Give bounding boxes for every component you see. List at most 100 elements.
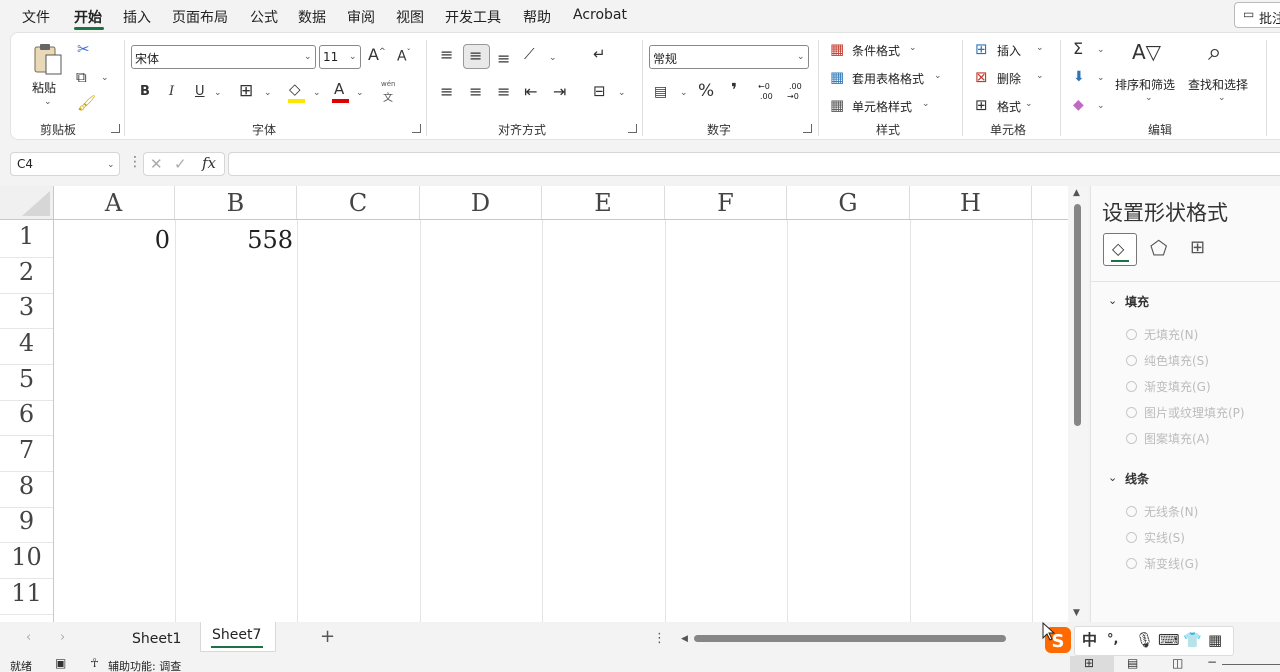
wrap-text-icon[interactable]: ↵ [593, 47, 606, 62]
enter-icon[interactable]: ✓ [174, 157, 187, 172]
fill-option-solid[interactable]: 纯色填充(S) [1126, 352, 1209, 369]
underline-button[interactable]: U [195, 85, 205, 98]
column-header-d[interactable]: D [420, 186, 542, 219]
cell-b1[interactable]: 558 [178, 226, 293, 254]
format-as-table-button[interactable]: ▦ 套用表格格式 ⌄ [830, 68, 950, 88]
menu-review[interactable]: 审阅 [347, 7, 375, 27]
row-header-10[interactable]: 10 [0, 543, 53, 579]
orientation-icon[interactable]: ⟋ [524, 47, 535, 62]
fill-line-tab[interactable]: ◇ [1103, 233, 1137, 266]
insert-function-icon[interactable]: fx [202, 156, 216, 171]
decrease-indent-icon[interactable]: ⇤ [524, 84, 537, 100]
fill-color-dropdown-icon[interactable]: ⌄ [313, 88, 321, 98]
scroll-left-icon[interactable]: ◀ [681, 634, 688, 644]
italic-button[interactable]: I [169, 85, 174, 98]
scroll-down-icon[interactable]: ▼ [1073, 608, 1080, 618]
fill-icon[interactable]: ⬇ [1073, 70, 1085, 84]
clear-icon[interactable]: ◆ [1073, 98, 1084, 112]
comments-button[interactable]: ▭ 批注 [1234, 2, 1280, 28]
menu-file[interactable]: 文件 [22, 7, 50, 27]
clear-dropdown-icon[interactable]: ⌄ [1097, 101, 1105, 111]
menu-developer[interactable]: 开发工具 [445, 7, 501, 27]
cell-a1[interactable]: 0 [56, 226, 170, 254]
row-header-11[interactable]: 11 [0, 579, 53, 615]
alignment-launcher-icon[interactable] [628, 124, 637, 133]
autosum-icon[interactable]: Σ [1073, 41, 1083, 57]
page-break-view-icon[interactable]: ◫ [1172, 657, 1183, 669]
insert-cells-button[interactable]: ⊞ 插入 ⌄ [975, 40, 1050, 60]
align-top-icon[interactable]: ≡ [440, 47, 453, 63]
menu-home[interactable]: 开始 [74, 7, 102, 27]
menu-formulas[interactable]: 公式 [250, 7, 278, 27]
format-cells-button[interactable]: ⊞ 格式 ⌄ [975, 96, 1050, 116]
fill-option-gradient[interactable]: 渐变填充(G) [1126, 378, 1211, 395]
borders-dropdown-icon[interactable]: ⌄ [264, 88, 272, 98]
font-size-select[interactable]: 11 ⌄ [319, 45, 361, 69]
autosum-dropdown-icon[interactable]: ⌄ [1097, 45, 1105, 55]
tab-splitter-icon[interactable]: ⋮ [653, 632, 666, 645]
decrease-decimal-icon[interactable]: .00 →0 [787, 82, 809, 106]
row-header-4[interactable]: 4 [0, 329, 53, 365]
size-properties-tab-icon[interactable]: ⊞ [1190, 239, 1205, 257]
keyboard-icon[interactable]: ⌨ [1158, 633, 1180, 648]
vertical-scrollbar[interactable]: ▲ ▼ [1068, 186, 1088, 622]
toolbox-icon[interactable]: ▦ [1208, 633, 1222, 648]
add-sheet-button[interactable]: + [320, 628, 335, 646]
line-option-none[interactable]: 无线条(N) [1126, 503, 1198, 520]
column-header-h[interactable]: H [910, 186, 1032, 219]
chevron-left-icon[interactable]: ‹ [26, 631, 31, 644]
sort-filter-button[interactable]: A▽ 排序和筛选 ⌄ [1115, 40, 1185, 108]
column-header-b[interactable]: B [175, 186, 297, 219]
chevron-right-icon[interactable]: › [60, 631, 65, 644]
accounting-dropdown-icon[interactable]: ⌄ [680, 88, 688, 98]
cell-styles-button[interactable]: ▦ 单元格样式 ⌄ [830, 96, 950, 116]
formula-input[interactable] [228, 152, 1280, 176]
number-format-select[interactable]: 常规 ⌄ [649, 45, 809, 69]
column-header-a[interactable]: A [53, 186, 175, 219]
ime-logo[interactable]: S [1042, 621, 1074, 656]
merge-dropdown-icon[interactable]: ⌄ [618, 88, 626, 98]
menu-page-layout[interactable]: 页面布局 [172, 7, 228, 27]
ime-punctuation[interactable]: °, [1107, 633, 1118, 646]
font-name-select[interactable]: 宋体 ⌄ [131, 45, 316, 69]
more-options-icon[interactable]: ⋮ [128, 155, 142, 169]
vertical-scroll-thumb[interactable] [1074, 204, 1081, 426]
horizontal-scroll-thumb[interactable] [694, 635, 1006, 642]
increase-indent-icon[interactable]: ⇥ [553, 84, 566, 100]
paste-button[interactable]: 粘贴 ⌄ [30, 42, 66, 112]
sheet-tab-sheet1[interactable]: Sheet1 [132, 631, 181, 647]
comma-button[interactable]: ❜ [731, 82, 737, 100]
font-launcher-icon[interactable] [412, 124, 421, 133]
macro-record-icon[interactable]: ▣ [55, 657, 66, 669]
find-select-button[interactable]: ⌕ 查找和选择 ⌄ [1188, 40, 1258, 108]
row-header-5[interactable]: 5 [0, 365, 53, 401]
effects-tab-icon[interactable]: ⬠ [1150, 238, 1167, 258]
fill-section-toggle[interactable]: ⌄ 填充 [1108, 291, 1278, 311]
row-header-2[interactable]: 2 [0, 258, 53, 294]
align-bottom-icon[interactable]: ≡ [497, 51, 510, 67]
row-header-7[interactable]: 7 [0, 436, 53, 472]
delete-cells-button[interactable]: ⊠ 删除 ⌄ [975, 68, 1050, 88]
line-section-toggle[interactable]: ⌄ 线条 [1108, 468, 1278, 488]
column-header-c[interactable]: C [297, 186, 420, 219]
phonetic-guide-icon[interactable]: wén 文 [378, 80, 400, 104]
shrink-font-icon[interactable]: Aˇ [397, 49, 411, 64]
accounting-format-icon[interactable]: ▤ [654, 85, 667, 99]
menu-help[interactable]: 帮助 [523, 7, 551, 27]
fill-option-none[interactable]: 无填充(N) [1126, 326, 1198, 343]
fill-option-pattern[interactable]: 图案填充(A) [1126, 430, 1210, 447]
name-box[interactable]: C4 ⌄ [10, 152, 120, 176]
orientation-dropdown-icon[interactable]: ⌄ [549, 53, 557, 63]
format-painter-icon[interactable]: 🖌 [77, 96, 96, 111]
number-launcher-icon[interactable] [803, 124, 812, 133]
row-header-9[interactable]: 9 [0, 507, 53, 543]
fill-color-icon[interactable]: ◇ [289, 82, 301, 97]
bold-button[interactable]: B [140, 85, 150, 98]
line-option-gradient[interactable]: 渐变线(G) [1126, 555, 1199, 572]
accessibility-icon[interactable]: ☥ [90, 657, 99, 669]
align-middle-button[interactable]: ≡ [463, 44, 490, 69]
column-header-f[interactable]: F [665, 186, 787, 219]
microphone-icon[interactable]: 🎙 [1135, 633, 1154, 648]
scroll-up-icon[interactable]: ▲ [1073, 188, 1080, 198]
zoom-slider[interactable] [1222, 664, 1280, 665]
